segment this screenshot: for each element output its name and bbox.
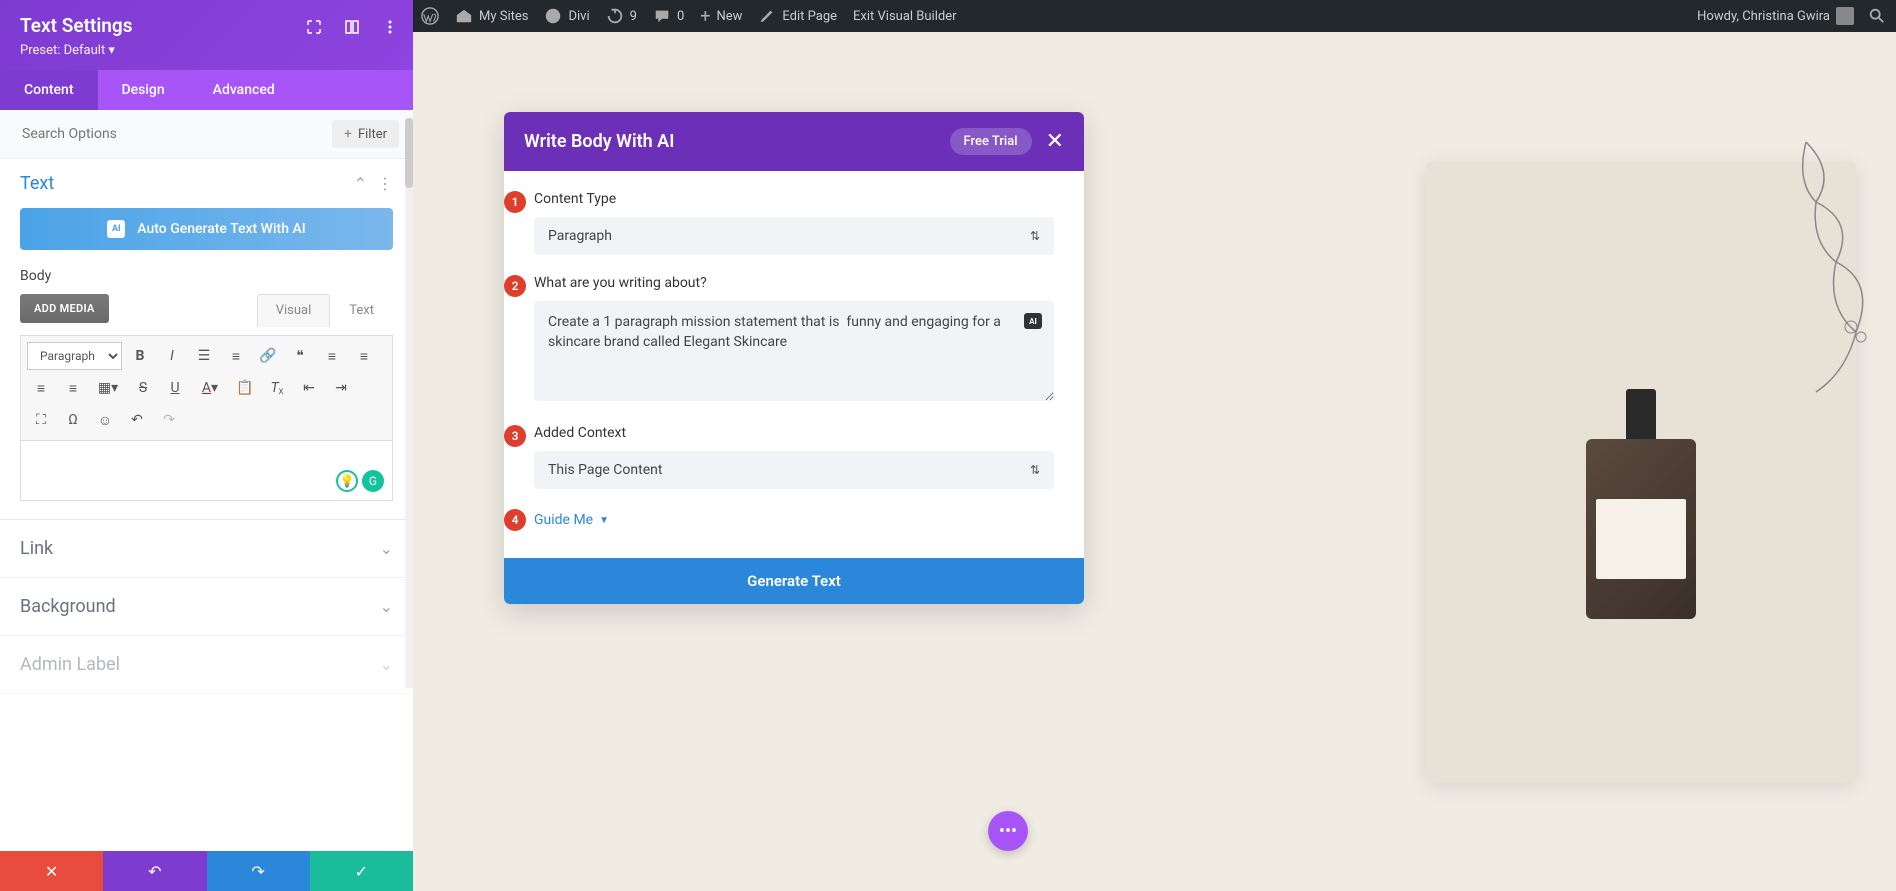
generate-text-button[interactable]: Generate Text xyxy=(504,558,1084,604)
save-button[interactable]: ✓ xyxy=(310,851,413,891)
guide-me-link[interactable]: Guide Me ▼ xyxy=(534,512,609,528)
align-center-icon[interactable]: ≡ xyxy=(350,342,378,370)
chevron-up-icon[interactable]: ⌃ xyxy=(354,174,367,193)
redo-button[interactable]: ↷ xyxy=(207,851,310,891)
filter-button[interactable]: +Filter xyxy=(332,120,399,148)
bold-icon[interactable]: B xyxy=(126,342,154,370)
undo-button[interactable]: ↶ xyxy=(103,851,206,891)
ai-icon: AI xyxy=(107,220,125,238)
chevron-down-icon: ▼ xyxy=(599,515,609,526)
step-badge-4: 4 xyxy=(504,509,526,531)
background-section[interactable]: Background ⌄ xyxy=(0,578,413,636)
chevron-updown-icon: ⇅ xyxy=(1030,229,1040,243)
columns-icon[interactable] xyxy=(343,18,361,36)
avatar xyxy=(1836,7,1854,25)
divi-link[interactable]: Divi xyxy=(544,7,589,25)
italic-icon[interactable]: I xyxy=(158,342,186,370)
align-justify-icon[interactable]: ≡ xyxy=(59,374,87,402)
clear-format-icon[interactable]: Tₓ xyxy=(263,374,291,402)
wp-admin-bar: My Sites Divi 9 0 +New Edit Page Exit Vi… xyxy=(413,0,1896,32)
wp-logo[interactable] xyxy=(421,7,439,25)
scrollbar[interactable] xyxy=(405,118,413,688)
step-badge-1: 1 xyxy=(504,191,526,213)
tab-design[interactable]: Design xyxy=(98,70,189,110)
howdy-user[interactable]: Howdy, Christina Gwira xyxy=(1697,7,1854,25)
context-label: Added Context xyxy=(534,425,1054,441)
format-select[interactable]: Paragraph xyxy=(27,342,122,370)
editor-tab-visual[interactable]: Visual xyxy=(257,294,331,327)
paste-icon[interactable]: 📋 xyxy=(231,374,259,402)
table-icon[interactable]: ▦▾ xyxy=(91,374,125,402)
chevron-down-icon: ⌄ xyxy=(380,597,393,616)
bullet-list-icon[interactable]: ☰ xyxy=(190,342,218,370)
settings-panel: Text Settings Preset: Default ▾ Content … xyxy=(0,0,413,891)
free-trial-badge[interactable]: Free Trial xyxy=(950,128,1032,155)
edit-page-link[interactable]: Edit Page xyxy=(758,7,837,25)
fullscreen-icon[interactable]: ⛶ xyxy=(27,406,55,434)
numbered-list-icon[interactable]: ≡ xyxy=(222,342,250,370)
search-options-input[interactable] xyxy=(14,120,332,148)
editor-toolbar: Paragraph B I ☰ ≡ 🔗 ❝ ≡ ≡ ≡ ≡ ▦▾ S U A▾ … xyxy=(20,335,393,441)
expand-icon[interactable] xyxy=(305,18,323,36)
underline-icon[interactable]: U xyxy=(161,374,189,402)
text-color-icon[interactable]: A▾ xyxy=(193,374,227,402)
content-type-select[interactable]: Paragraph ⇅ xyxy=(534,217,1054,255)
content-type-label: Content Type xyxy=(534,191,1054,207)
grammarly-icon[interactable]: G xyxy=(362,470,384,492)
step-badge-2: 2 xyxy=(504,275,526,297)
auto-generate-ai-button[interactable]: AI Auto Generate Text With AI xyxy=(20,208,393,250)
settings-tabs: Content Design Advanced xyxy=(0,70,413,110)
ai-modal: Write Body With AI Free Trial ✕ 1 Conten… xyxy=(504,112,1084,604)
redo-editor-icon[interactable]: ↷ xyxy=(155,406,183,434)
special-char-icon[interactable]: Ω xyxy=(59,406,87,434)
comments-link[interactable]: 0 xyxy=(653,7,684,25)
emoji-icon[interactable]: ☺ xyxy=(91,406,119,434)
ai-icon[interactable]: AI xyxy=(1024,313,1042,329)
editor-textarea[interactable]: 💡 G xyxy=(20,441,393,501)
strikethrough-icon[interactable]: S xyxy=(129,374,157,402)
chevron-down-icon: ⌄ xyxy=(380,539,393,558)
exit-builder-link[interactable]: Exit Visual Builder xyxy=(853,9,956,24)
leaf-decoration xyxy=(1716,132,1896,412)
ai-modal-title: Write Body With AI xyxy=(524,131,674,152)
align-left-icon[interactable]: ≡ xyxy=(318,342,346,370)
indent-icon[interactable]: ⇥ xyxy=(327,374,355,402)
fab-more-button[interactable]: ••• xyxy=(988,811,1028,851)
editor-tab-text[interactable]: Text xyxy=(330,294,393,327)
tab-advanced[interactable]: Advanced xyxy=(189,70,299,110)
new-link[interactable]: +New xyxy=(700,6,742,27)
cancel-button[interactable]: ✕ xyxy=(0,851,103,891)
quote-icon[interactable]: ❝ xyxy=(286,342,314,370)
close-icon[interactable]: ✕ xyxy=(1046,129,1064,154)
panel-bottom-bar: ✕ ↶ ↷ ✓ xyxy=(0,851,413,891)
admin-label-section[interactable]: Admin Label ⌄ xyxy=(0,636,413,694)
body-label: Body xyxy=(20,268,393,284)
grammarly-bulb-icon[interactable]: 💡 xyxy=(336,470,358,492)
more-icon[interactable] xyxy=(381,18,399,36)
link-section[interactable]: Link ⌄ xyxy=(0,520,413,578)
search-icon[interactable] xyxy=(1866,5,1888,27)
updates-link[interactable]: 9 xyxy=(606,7,637,25)
step-badge-3: 3 xyxy=(504,425,526,447)
preset-selector[interactable]: Preset: Default ▾ xyxy=(20,43,393,58)
align-right-icon[interactable]: ≡ xyxy=(27,374,55,402)
prompt-label: What are you writing about? xyxy=(534,275,1054,291)
add-media-button[interactable]: ADD MEDIA xyxy=(20,294,109,323)
prompt-textarea[interactable]: Create a 1 paragraph mission statement t… xyxy=(534,301,1054,401)
context-select[interactable]: This Page Content ⇅ xyxy=(534,451,1054,489)
chevron-down-icon: ⌄ xyxy=(380,655,393,674)
text-section-title[interactable]: Text xyxy=(20,173,54,194)
link-icon[interactable]: 🔗 xyxy=(254,342,282,370)
outdent-icon[interactable]: ⇤ xyxy=(295,374,323,402)
tab-content[interactable]: Content xyxy=(0,70,98,110)
undo-editor-icon[interactable]: ↶ xyxy=(123,406,151,434)
chevron-updown-icon: ⇅ xyxy=(1030,463,1040,477)
my-sites-link[interactable]: My Sites xyxy=(455,7,528,25)
section-more-icon[interactable]: ⋮ xyxy=(377,174,393,193)
panel-header: Text Settings Preset: Default ▾ xyxy=(0,0,413,70)
